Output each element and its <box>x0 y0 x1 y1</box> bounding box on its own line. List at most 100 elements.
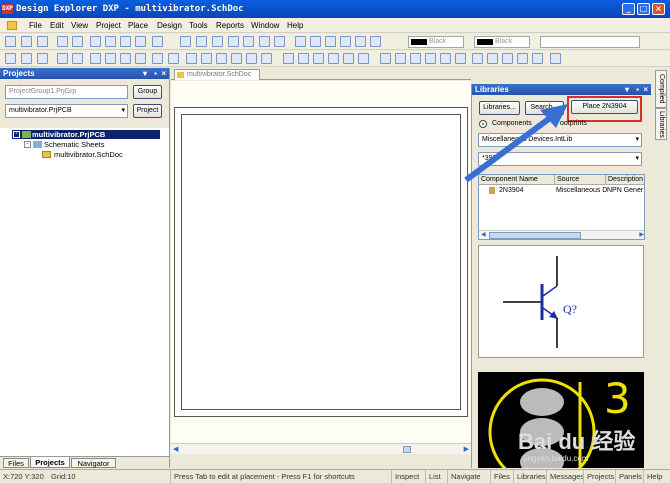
cross-probe-icon[interactable] <box>340 36 351 47</box>
ellipse-icon[interactable] <box>502 53 513 64</box>
zoom-out-icon[interactable] <box>105 36 116 47</box>
array-icon[interactable] <box>550 53 561 64</box>
bus-icon[interactable] <box>201 53 212 64</box>
panel-menu-icon[interactable]: ▾ <box>625 84 629 95</box>
app-menu-icon[interactable] <box>7 21 17 30</box>
zoom-select-icon[interactable] <box>152 36 163 47</box>
zoom-in-icon[interactable] <box>90 36 101 47</box>
horizontal-scrollbar[interactable]: ◀ ▶ <box>171 443 471 454</box>
tree-item-schdoc[interactable]: multivibrator.SchDoc <box>42 150 123 159</box>
place-2n3904-button[interactable]: Place 2N3904 <box>571 100 638 114</box>
scroll-right-icon[interactable]: ▶ <box>639 231 644 238</box>
status-tab-help[interactable]: Help <box>643 470 665 483</box>
scroll-thumb[interactable] <box>489 232 581 239</box>
menu-edit[interactable]: Edit <box>50 18 64 33</box>
sheet-symbol-icon[interactable] <box>298 53 309 64</box>
search-button[interactable]: Search... <box>525 101 564 115</box>
status-tab-files[interactable]: Files <box>490 470 513 483</box>
browse-library-icon[interactable] <box>355 36 366 47</box>
menu-place[interactable]: Place <box>128 18 148 33</box>
move-icon[interactable] <box>274 36 285 47</box>
wire-icon[interactable] <box>186 53 197 64</box>
status-tab-navigate[interactable]: Navigate <box>447 470 484 483</box>
place-icon[interactable] <box>168 53 179 64</box>
bezier-icon[interactable] <box>425 53 436 64</box>
compile-icon[interactable] <box>21 53 32 64</box>
print-preview-icon[interactable] <box>72 36 83 47</box>
scroll-right-icon[interactable]: ▶ <box>464 445 469 453</box>
status-tab-inspect[interactable]: Inspect <box>391 470 422 483</box>
table-row[interactable]: 2N3904 Miscellaneous D NPN Gener <box>479 186 644 195</box>
radio-components[interactable] <box>479 120 487 128</box>
menu-window[interactable]: Window <box>251 18 279 33</box>
fill-color-select[interactable]: Black <box>474 36 530 48</box>
menu-help[interactable]: Help <box>287 18 303 33</box>
project-icon[interactable] <box>72 53 83 64</box>
zoom-area-icon[interactable] <box>135 36 146 47</box>
tab-files[interactable]: Files <box>3 458 29 468</box>
tree-item-schematic-sheets[interactable]: - Schematic Sheets <box>24 140 104 149</box>
graphic-icon[interactable] <box>532 53 543 64</box>
menu-file[interactable]: File <box>29 18 42 33</box>
group-button[interactable]: Group <box>133 85 162 99</box>
maximize-icon[interactable]: □ <box>637 3 650 15</box>
scroll-left-icon[interactable]: ◀ <box>481 231 486 238</box>
status-tab-libraries[interactable]: Libraries <box>513 470 549 483</box>
rectangle-icon[interactable] <box>472 53 483 64</box>
workspace-field[interactable]: ProjectGroup1.PrjGrp <box>5 85 128 99</box>
menu-reports[interactable]: Reports <box>216 18 244 33</box>
status-tab-list[interactable]: List <box>425 470 444 483</box>
libraries-button[interactable]: Libraries... <box>479 101 520 115</box>
cut-icon[interactable] <box>180 36 191 47</box>
line-icon[interactable] <box>380 53 391 64</box>
component-icon[interactable] <box>105 53 116 64</box>
no-erc-icon[interactable] <box>343 53 354 64</box>
sheet-icon[interactable] <box>135 53 146 64</box>
table-scrollbar[interactable]: ◀ ▶ <box>479 230 644 239</box>
net-icon[interactable] <box>120 53 131 64</box>
scroll-left-icon[interactable]: ◀ <box>173 445 178 453</box>
filter-field[interactable]: *390 ▾ <box>478 152 642 166</box>
status-tab-panels[interactable]: Panels <box>615 470 645 483</box>
print-icon[interactable] <box>57 36 68 47</box>
status-tab-projects[interactable]: Projects <box>583 470 617 483</box>
style-select[interactable] <box>540 36 640 48</box>
schematic-icon[interactable] <box>5 53 16 64</box>
open-icon[interactable] <box>21 36 32 47</box>
tree-item-project[interactable]: - multivibrator.PrjPCB <box>12 130 160 139</box>
col-description[interactable]: Description <box>605 175 643 185</box>
rubber-stamp-icon[interactable] <box>228 36 239 47</box>
line-color-select[interactable]: Black <box>408 36 464 48</box>
arc-icon[interactable] <box>410 53 421 64</box>
deselect-icon[interactable] <box>259 36 270 47</box>
project-select[interactable]: multivibrator.PrjPCB ▾ <box>5 104 128 118</box>
junction-icon[interactable] <box>358 53 369 64</box>
folder-icon[interactable] <box>90 53 101 64</box>
col-source[interactable]: Source <box>554 175 579 185</box>
text-icon[interactable] <box>440 53 451 64</box>
tab-projects[interactable]: Projects <box>30 457 70 468</box>
polygon-icon[interactable] <box>395 53 406 64</box>
new-icon[interactable] <box>5 36 16 47</box>
close-icon[interactable]: × <box>652 3 665 15</box>
scroll-thumb[interactable] <box>403 446 411 453</box>
menu-project[interactable]: Project <box>96 18 121 33</box>
library-select[interactable]: Miscellaneous Devices.IntLib ▾ <box>478 133 642 147</box>
pcb-icon[interactable] <box>37 53 48 64</box>
grid-icon[interactable] <box>370 36 381 47</box>
menu-design[interactable]: Design <box>157 18 182 33</box>
undo-icon[interactable] <box>295 36 306 47</box>
menu-tools[interactable]: Tools <box>189 18 208 33</box>
copy-icon[interactable] <box>196 36 207 47</box>
port-icon[interactable] <box>152 53 163 64</box>
tab-navigator[interactable]: Navigator <box>71 458 116 468</box>
redo-icon[interactable] <box>310 36 321 47</box>
port-place-icon[interactable] <box>328 53 339 64</box>
panel-menu-icon[interactable]: ▾ <box>143 68 147 79</box>
panel-close-icon[interactable]: × <box>161 68 166 79</box>
text-frame-icon[interactable] <box>455 53 466 64</box>
part-icon[interactable] <box>283 53 294 64</box>
save-icon[interactable] <box>37 36 48 47</box>
paste-icon[interactable] <box>212 36 223 47</box>
round-rect-icon[interactable] <box>487 53 498 64</box>
